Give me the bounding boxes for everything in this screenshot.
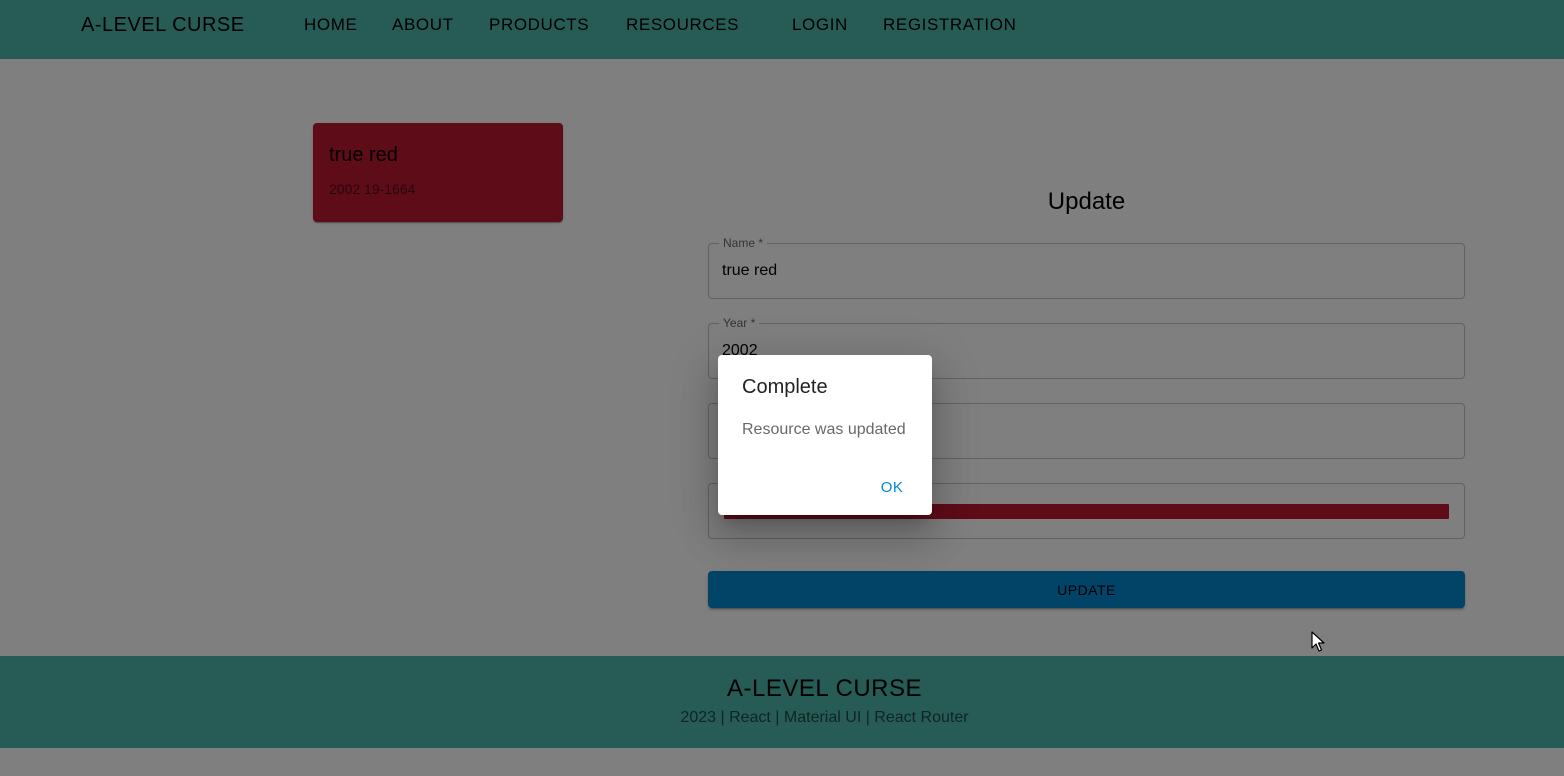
dialog-ok-button[interactable]: OK: [870, 473, 914, 501]
complete-dialog: Complete Resource was updated OK: [718, 355, 932, 515]
app-root: A-LEVEL CURSE HOME ABOUT PRODUCTS RESOUR…: [0, 0, 1564, 776]
dialog-title: Complete: [742, 376, 828, 398]
mouse-pointer-icon: [1311, 631, 1325, 652]
dialog-message: Resource was updated: [742, 421, 906, 438]
